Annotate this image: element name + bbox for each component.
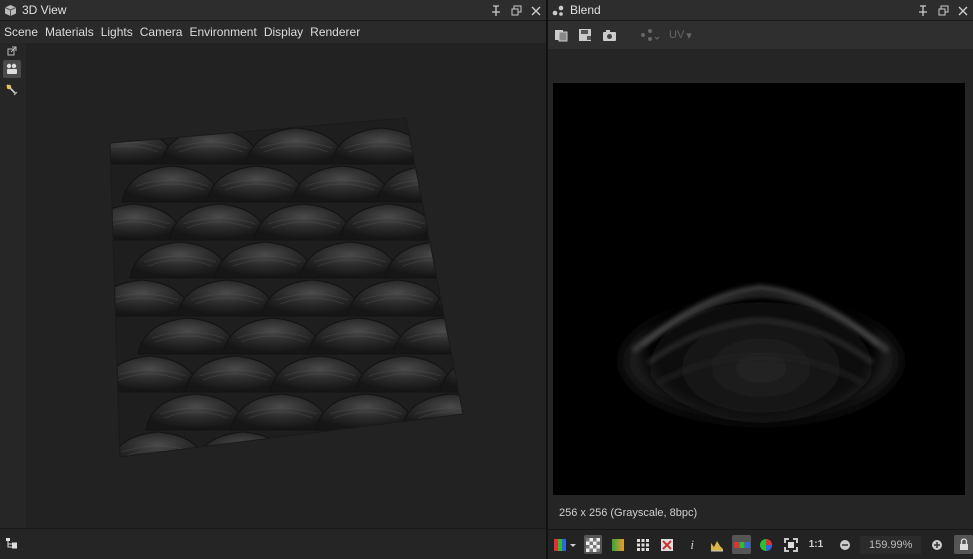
color-wheel-icon[interactable] [757, 535, 776, 554]
mesh-ridge [291, 445, 365, 453]
mesh-scale [415, 127, 463, 165]
3d-view-menubar: Scene Materials Lights Camera Environmen… [0, 21, 546, 43]
tile-grid-icon[interactable] [633, 535, 652, 554]
mesh-scale [447, 431, 463, 457]
blend-titlebar: Blend [548, 0, 973, 21]
info-icon[interactable]: i [683, 535, 702, 554]
mesh-ridge [504, 412, 546, 418]
light-picker-icon[interactable] [3, 81, 21, 99]
viewport-toolbar [0, 43, 26, 528]
mesh-ridge [457, 373, 463, 381]
float-window-icon[interactable] [935, 3, 951, 18]
blend-toolbar: UV ▾ [548, 21, 973, 49]
mesh-ridge [380, 449, 446, 457]
mesh-ridge [295, 449, 361, 457]
blend-image-preview[interactable] [553, 83, 965, 495]
mesh-ridge [466, 450, 530, 456]
pin-icon[interactable] [915, 3, 931, 18]
pin-icon[interactable] [488, 3, 504, 18]
mesh-scale [423, 203, 463, 241]
menu-materials[interactable]: Materials [45, 25, 94, 39]
zoom-level-field[interactable]: 159.99% [860, 535, 922, 554]
3d-view-titlebar: 3D View [0, 0, 546, 21]
scene-tree-icon[interactable] [5, 537, 18, 553]
graph-node-icon [551, 3, 565, 17]
3d-mesh-preview [109, 117, 546, 458]
menu-environment[interactable]: Environment [189, 25, 256, 39]
actual-size-button[interactable]: 1:1 [807, 535, 826, 554]
mesh-ridge [453, 369, 463, 377]
checkerboard-background-icon[interactable] [583, 535, 603, 554]
menu-scene[interactable]: Scene [4, 25, 38, 39]
camera-snapshot-icon[interactable] [601, 27, 617, 43]
mesh-scale [461, 165, 463, 203]
copy-image-icon[interactable] [553, 27, 569, 43]
mesh-scale [478, 318, 546, 354]
cube-icon [3, 3, 17, 17]
chevron-down-icon[interactable]: ▾ [686, 29, 692, 42]
mesh-ridge [488, 260, 546, 266]
menu-camera[interactable]: Camera [140, 25, 183, 39]
mesh-ridge [429, 141, 463, 149]
mesh-ridge [441, 221, 463, 229]
share-icon[interactable] [639, 27, 661, 43]
gradient-background-icon[interactable] [608, 535, 627, 554]
3d-view-title: 3D View [22, 3, 67, 17]
fit-to-view-icon[interactable] [782, 535, 801, 554]
mesh-scale [431, 279, 463, 317]
menu-renderer[interactable]: Renderer [310, 25, 360, 39]
3d-viewport[interactable] [26, 43, 546, 528]
histogram-icon[interactable] [708, 535, 727, 554]
image-info-label: 256 x 256 (Grayscale, 8bpc) [559, 507, 698, 519]
mesh-ridge [449, 297, 463, 305]
mesh-scale [486, 394, 546, 430]
mesh-ridge [492, 332, 546, 338]
blend-image [623, 281, 899, 421]
color-channel-dropdown[interactable] [552, 535, 578, 554]
zoom-in-icon[interactable] [927, 535, 946, 554]
mesh-ridge [206, 445, 280, 453]
mesh-scale [277, 431, 379, 457]
menu-lights[interactable]: Lights [101, 25, 133, 39]
rgb-toggle-icon[interactable] [732, 535, 752, 554]
mesh-scale [470, 242, 546, 278]
mesh-ridge [476, 180, 546, 186]
zoom-out-icon[interactable] [835, 535, 854, 554]
mesh-ridge [210, 449, 276, 457]
blend-bottom-toolbar: i 1:1 159.99% [548, 529, 973, 559]
blend-panel: Blend UV ▾ 256 x 256 (Grayscale, 8bpc) i… [548, 0, 973, 559]
mesh-ridge [433, 145, 463, 153]
mesh-ridge [480, 184, 544, 190]
external-link-icon[interactable] [3, 45, 21, 57]
tile-mode-icon[interactable] [658, 535, 677, 554]
mesh-ridge [437, 217, 463, 225]
close-icon[interactable] [528, 3, 544, 18]
mesh-ridge [376, 445, 450, 453]
menu-display[interactable]: Display [264, 25, 303, 39]
close-icon[interactable] [955, 3, 971, 18]
float-window-icon[interactable] [508, 3, 524, 18]
mesh-ridge [496, 336, 546, 342]
mesh-ridge [484, 256, 546, 262]
camera-navigate-icon[interactable] [3, 60, 21, 78]
mesh-scale [362, 431, 463, 457]
3d-view-panel: 3D View Scene Materials Lights Camera En… [0, 0, 546, 559]
3d-view-statusbar [0, 528, 546, 559]
blend-title: Blend [570, 3, 601, 17]
uv-dropdown[interactable]: UV [669, 29, 684, 41]
lock-icon[interactable] [954, 535, 973, 554]
mesh-ridge [445, 293, 463, 301]
save-image-icon[interactable] [577, 27, 593, 43]
mesh-ridge [500, 408, 546, 414]
mesh-ridge [461, 445, 463, 453]
